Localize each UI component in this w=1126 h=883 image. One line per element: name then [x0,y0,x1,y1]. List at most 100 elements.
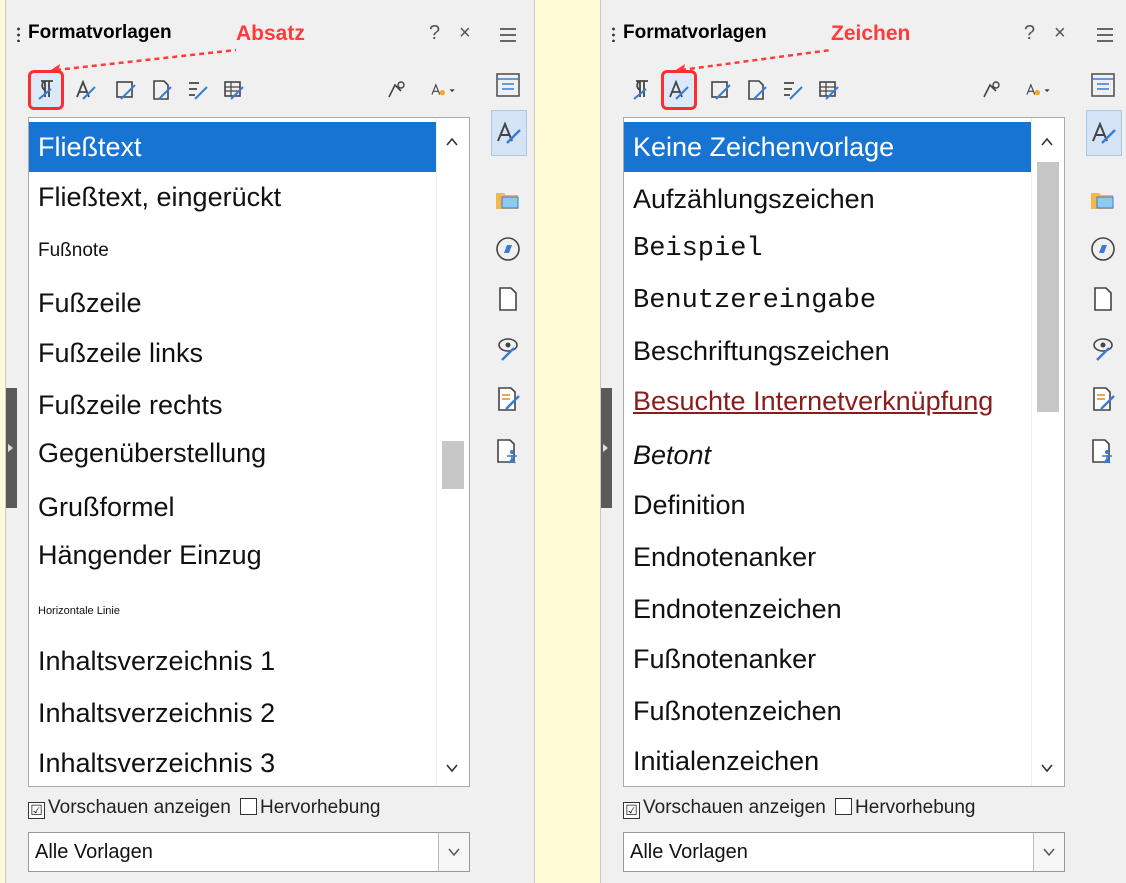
table-styles-icon [819,81,839,100]
list-item[interactable]: Endnotenanker [624,532,1032,582]
sidebar-item-page[interactable] [491,282,525,316]
list-scrollbar[interactable] [1031,118,1064,786]
frame-styles-icon [116,81,136,100]
list-scrollbar[interactable] [436,118,469,786]
sidebar-item-manage-changes[interactable] [491,382,525,416]
sidebar-item-styles[interactable] [1086,110,1122,156]
page-styles-button[interactable] [739,70,775,110]
sidebar-item-properties[interactable] [491,68,525,102]
close-button[interactable]: × [459,22,471,45]
list-item[interactable]: Inhaltsverzeichnis 2 [29,688,437,738]
scroll-down-icon[interactable] [444,760,460,776]
page-icon [1094,287,1112,311]
frame-styles-button[interactable] [703,70,739,110]
scroll-thumb[interactable] [442,440,464,489]
style-filter-dropdown-button[interactable] [1033,833,1064,871]
list-item[interactable]: Besuchte Internetverknüpfung [624,376,1032,426]
help-button[interactable]: ? [1024,22,1035,45]
paragraph-styles-button[interactable] [623,70,659,110]
table-styles-icon [224,81,244,100]
sidebar-item-gallery[interactable] [491,182,525,216]
highlight-checkbox[interactable] [240,798,258,815]
character-styles-button[interactable] [68,70,104,110]
sidebar-menu-icon[interactable] [500,28,516,46]
sidebar-menu-icon[interactable] [1097,28,1113,46]
list-options: ☑ Vorschauen anzeigen Hervorhebung [623,797,975,819]
styles-list[interactable]: Keine Zeichenvorlage Aufzählungszeichen … [623,117,1065,787]
list-item[interactable]: Fußzeile links [29,328,437,378]
highlight-checkbox[interactable] [835,798,853,815]
list-item[interactable]: Beschriftungszeichen [624,326,1032,376]
sidebar-item-styles[interactable] [491,110,527,156]
scroll-thumb[interactable] [1037,162,1059,412]
chevron-down-icon [448,848,460,857]
sidebar-item-navigator[interactable] [1086,232,1120,266]
styles-actions-button[interactable] [418,70,468,110]
highlight-label: Hervorhebung [260,797,381,818]
close-button[interactable]: × [1054,22,1066,45]
annotation-label: Zeichen [831,22,911,45]
drag-grip-icon[interactable] [17,26,20,42]
sidebar-item-properties[interactable] [1086,68,1120,102]
sidebar-item-style-inspector[interactable] [491,332,525,366]
accessibility-check-icon [1092,439,1112,464]
show-preview-checkbox[interactable]: ☑ [28,802,45,819]
show-preview-label: Vorschauen anzeigen [643,797,826,818]
style-filter-dropdown-button[interactable] [438,833,469,871]
sidebar-collapse-handle[interactable] [601,388,612,508]
list-item[interactable]: Fließtext [29,122,437,172]
styles-toolbar [623,70,1063,114]
sidebar-item-navigator[interactable] [491,232,525,266]
drag-grip-icon[interactable] [612,26,615,42]
sidebar-item-gallery[interactable] [1086,182,1120,216]
navigator-icon [1091,237,1115,261]
list-item[interactable]: Horizontale Linie [29,586,437,636]
list-item[interactable]: Inhaltsverzeichnis 3 [29,738,437,786]
character-styles-button[interactable] [661,70,697,110]
list-item[interactable]: Hängender Einzug [29,530,437,580]
sidebar-item-page[interactable] [1086,282,1120,316]
list-item[interactable]: Initialenzeichen [624,736,1032,786]
list-item[interactable]: Benutzereingabe [624,276,1032,326]
highlight-label: Hervorhebung [855,797,976,818]
list-item[interactable]: Inhaltsverzeichnis 1 [29,636,437,686]
list-styles-button[interactable] [775,70,811,110]
frame-styles-button[interactable] [108,70,144,110]
fill-format-button[interactable] [973,70,1009,110]
list-item[interactable]: Fußzeile rechts [29,380,437,430]
paragraph-styles-button[interactable] [28,70,64,110]
help-button[interactable]: ? [429,22,440,45]
list-item[interactable]: Fußnotenzeichen [624,686,1032,736]
list-item[interactable]: Betont [624,430,1032,480]
list-item[interactable]: Beispiel [624,224,1032,274]
list-item[interactable]: Keine Zeichenvorlage [624,122,1032,172]
list-item[interactable]: Fließtext, eingerückt [29,172,437,222]
sidebar-item-accessibility-check[interactable] [491,434,525,468]
table-styles-button[interactable] [811,70,847,110]
sidebar-item-manage-changes[interactable] [1086,382,1120,416]
list-item[interactable]: Fußnote [29,226,437,276]
table-styles-button[interactable] [216,70,252,110]
sidebar-item-style-inspector[interactable] [1086,332,1120,366]
styles-actions-button[interactable] [1013,70,1063,110]
list-item[interactable]: Gegenüberstellung [29,428,437,478]
style-filter-select[interactable]: Alle Vorlagen [28,832,470,872]
page-styles-button[interactable] [144,70,180,110]
sidebar-collapse-handle[interactable] [6,388,17,508]
list-item[interactable]: Definition [624,480,1032,530]
styles-actions-icon [1026,83,1050,96]
scroll-up-icon[interactable] [444,134,460,150]
scroll-up-icon[interactable] [1039,134,1055,150]
list-item[interactable]: Grußformel [29,482,437,532]
fill-format-button[interactable] [378,70,414,110]
list-styles-button[interactable] [180,70,216,110]
list-item[interactable]: Endnotenzeichen [624,584,1032,634]
list-item[interactable]: Aufzählungszeichen [624,174,1032,224]
scroll-down-icon[interactable] [1039,760,1055,776]
sidebar-item-accessibility-check[interactable] [1086,434,1120,468]
list-item[interactable]: Fußzeile [29,278,437,328]
styles-list[interactable]: Fließtext Fließtext, eingerückt Fußnote … [28,117,470,787]
list-item[interactable]: Fußnotenanker [624,634,1032,684]
show-preview-checkbox[interactable]: ☑ [623,802,640,819]
style-filter-select[interactable]: Alle Vorlagen [623,832,1065,872]
